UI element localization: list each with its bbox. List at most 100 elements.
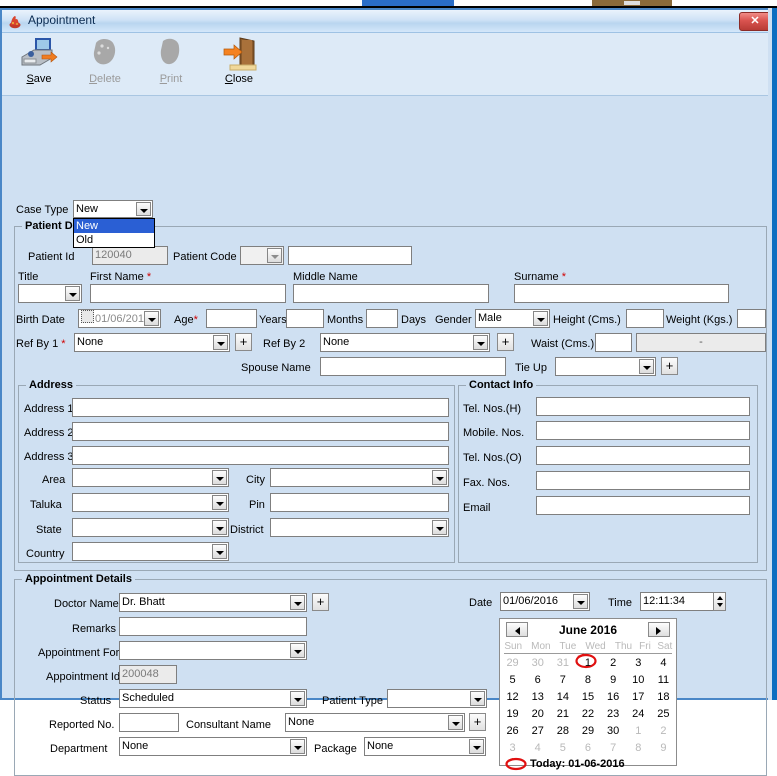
- date-picker-calendar[interactable]: June 2016 Sun Mon Tue Wed Thu Fri Sat 29…: [499, 618, 677, 771]
- close-window-button[interactable]: ✕: [739, 12, 771, 31]
- chevron-down-icon[interactable]: [533, 311, 548, 326]
- ref-by-1-combo[interactable]: None: [74, 333, 230, 352]
- calendar-day-cell[interactable]: 4: [525, 739, 550, 756]
- calendar-day-cell[interactable]: 8: [575, 671, 600, 688]
- case-type-option-old[interactable]: Old: [74, 233, 154, 247]
- chevron-down-icon[interactable]: [212, 495, 227, 510]
- mobile-input[interactable]: [536, 421, 750, 440]
- add-ref-by-2-button[interactable]: +: [497, 333, 514, 351]
- spouse-name-input[interactable]: [320, 357, 506, 376]
- add-tie-up-button[interactable]: +: [661, 357, 678, 375]
- case-type-combo[interactable]: New: [73, 200, 153, 218]
- chevron-down-icon[interactable]: [212, 470, 227, 485]
- calendar-day-cell[interactable]: 31: [550, 654, 575, 671]
- calendar-day-cell[interactable]: 29: [500, 654, 525, 671]
- status-combo[interactable]: Scheduled: [119, 689, 307, 708]
- calendar-day-cell[interactable]: 16: [601, 688, 626, 705]
- ref-by-2-combo[interactable]: None: [320, 333, 490, 352]
- calendar-day-cell[interactable]: 7: [550, 671, 575, 688]
- add-ref-by-1-button[interactable]: +: [235, 333, 252, 351]
- case-type-dropdown-list[interactable]: New Old: [73, 218, 155, 248]
- chevron-down-icon[interactable]: [144, 311, 159, 326]
- calendar-day-cell[interactable]: 11: [651, 671, 676, 688]
- calendar-day-cell[interactable]: 30: [525, 654, 550, 671]
- toolbar-save-button[interactable]: Save: [8, 35, 70, 93]
- email-input[interactable]: [536, 496, 750, 515]
- department-combo[interactable]: None: [119, 737, 307, 756]
- first-name-input[interactable]: [90, 284, 286, 303]
- chevron-down-icon[interactable]: [290, 643, 305, 658]
- patient-code-text-field[interactable]: [288, 246, 412, 265]
- calendar-day-cell[interactable]: 5: [500, 671, 525, 688]
- calendar-day-cell[interactable]: 1: [575, 653, 600, 671]
- calendar-day-cell[interactable]: 9: [651, 739, 676, 756]
- chevron-down-icon[interactable]: [212, 520, 227, 535]
- chevron-down-icon[interactable]: [212, 544, 227, 559]
- surname-input[interactable]: [514, 284, 729, 303]
- calendar-day-cell[interactable]: 29: [575, 722, 600, 739]
- area-combo[interactable]: [72, 468, 229, 487]
- calendar-day-cell[interactable]: 20: [525, 705, 550, 722]
- case-type-option-new[interactable]: New: [74, 219, 154, 233]
- chevron-down-icon[interactable]: [470, 691, 485, 706]
- chevron-down-icon[interactable]: [573, 594, 588, 609]
- patient-type-combo[interactable]: [387, 689, 487, 708]
- appointment-date-combo[interactable]: 01/06/2016: [500, 592, 590, 611]
- calendar-day-cell[interactable]: 26: [500, 722, 525, 739]
- calendar-day-cell[interactable]: 7: [601, 739, 626, 756]
- appointment-for-combo[interactable]: [119, 641, 307, 660]
- calendar-day-cell[interactable]: 23: [601, 705, 626, 722]
- calendar-day-cell[interactable]: 4: [651, 654, 676, 671]
- tel-h-input[interactable]: [536, 397, 750, 416]
- chevron-down-icon[interactable]: [432, 470, 447, 485]
- calendar-day-cell[interactable]: 28: [550, 722, 575, 739]
- calendar-day-cell[interactable]: 22: [575, 705, 600, 722]
- gender-combo[interactable]: Male: [475, 309, 550, 328]
- calendar-day-cell[interactable]: 15: [575, 688, 600, 705]
- title-combo[interactable]: [18, 284, 82, 303]
- calendar-day-cell[interactable]: 14: [550, 688, 575, 705]
- calendar-day-cell[interactable]: 8: [626, 739, 651, 756]
- calendar-day-grid[interactable]: 29 30 31 1 2 3 4 5 6 7 8 9 10 11 12 13 14 15 16 17 18 19 20 21 2…: [500, 653, 676, 756]
- toolbar-delete-button[interactable]: Delete: [74, 35, 136, 93]
- calendar-day-cell[interactable]: 13: [525, 688, 550, 705]
- patient-code-combo[interactable]: [240, 246, 284, 265]
- calendar-day-cell[interactable]: 18: [651, 688, 676, 705]
- calendar-day-cell[interactable]: 27: [525, 722, 550, 739]
- calendar-day-cell[interactable]: 1: [626, 722, 651, 739]
- calendar-today-row[interactable]: Today: 01-06-2016: [500, 756, 676, 773]
- address2-input[interactable]: [72, 422, 449, 441]
- remarks-input[interactable]: [119, 617, 307, 636]
- calendar-day-cell[interactable]: 19: [500, 705, 525, 722]
- package-combo[interactable]: None: [364, 737, 486, 756]
- chevron-down-icon[interactable]: [432, 520, 447, 535]
- chevron-down-icon[interactable]: [473, 335, 488, 350]
- fax-input[interactable]: [536, 471, 750, 490]
- calendar-day-cell[interactable]: 6: [525, 671, 550, 688]
- calendar-day-cell[interactable]: 17: [626, 688, 651, 705]
- calendar-day-cell[interactable]: 2: [651, 722, 676, 739]
- tie-up-combo[interactable]: [555, 357, 656, 376]
- years-input[interactable]: [286, 309, 324, 328]
- age-input[interactable]: [206, 309, 257, 328]
- taluka-combo[interactable]: [72, 493, 229, 512]
- add-doctor-button[interactable]: +: [312, 593, 329, 611]
- address1-input[interactable]: [72, 398, 449, 417]
- calendar-day-cell[interactable]: 24: [626, 705, 651, 722]
- reported-no-input[interactable]: [119, 713, 179, 732]
- spinner-down-icon[interactable]: [717, 603, 723, 607]
- country-combo[interactable]: [72, 542, 229, 561]
- district-combo[interactable]: [270, 518, 449, 537]
- chevron-down-icon[interactable]: [448, 715, 463, 730]
- calendar-day-cell[interactable]: 25: [651, 705, 676, 722]
- tel-o-input[interactable]: [536, 446, 750, 465]
- pin-input[interactable]: [270, 493, 449, 512]
- months-input[interactable]: [366, 309, 398, 328]
- calendar-day-cell[interactable]: 30: [601, 722, 626, 739]
- consultant-name-combo[interactable]: None: [285, 713, 465, 732]
- birth-date-picker[interactable]: 01/06/2016: [78, 309, 161, 328]
- chevron-down-icon[interactable]: [213, 335, 228, 350]
- calendar-day-cell[interactable]: 6: [575, 739, 600, 756]
- calendar-day-cell[interactable]: 2: [601, 654, 626, 671]
- calendar-next-month-button[interactable]: [648, 622, 670, 637]
